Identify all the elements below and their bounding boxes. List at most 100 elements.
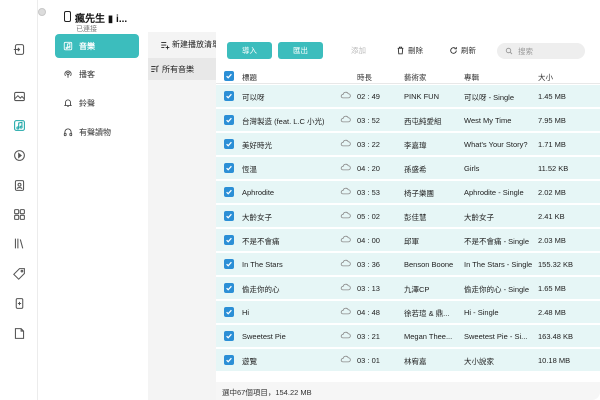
cell-artist: 林宥嘉 xyxy=(404,357,427,366)
check-icon xyxy=(226,93,232,99)
row-checkbox[interactable] xyxy=(224,259,234,269)
column-album[interactable]: 專輯 xyxy=(464,72,479,83)
playlist-panel: 新建播放清單 所有音樂 xyxy=(148,32,220,400)
playlist-all-music[interactable]: 所有音樂 xyxy=(148,58,216,80)
select-all-checkbox[interactable] xyxy=(224,71,234,81)
phone-backup-icon[interactable] xyxy=(10,294,28,312)
contacts-icon[interactable] xyxy=(10,176,28,194)
table-row[interactable]: Hi 04 : 48 徐若瑄 & 鼎... Hi - Single 2.48 MB xyxy=(216,301,600,324)
column-title[interactable]: 標題 xyxy=(242,72,257,83)
main-panel: 導入 匯出 添加 刪除 刷新 搜索 標題 時長 藝術家 專輯 大小 可以呀 02… xyxy=(216,32,600,400)
table-row[interactable]: 美好時光 03 : 22 李嘉瑋 What's Your Story? 1.71 MB xyxy=(216,133,600,156)
cloud-icon xyxy=(340,307,351,317)
podcast-icon xyxy=(64,70,72,78)
device-header[interactable]: 瘋先生 ▮ i... 已連接 xyxy=(64,10,127,33)
cloud-icon xyxy=(340,211,351,221)
row-checkbox[interactable] xyxy=(224,187,234,197)
table-row[interactable]: Aphrodite 03 : 53 椅子樂團 Aphrodite - Single 2.… xyxy=(216,181,600,204)
cell-artist: 李嘉瑋 xyxy=(404,141,427,150)
files-icon[interactable] xyxy=(10,324,28,342)
cloud-icon xyxy=(340,115,351,125)
table-row[interactable]: 恆溫 04 : 20 孫盛希 Girls 11.52 KB xyxy=(216,157,600,180)
table-row[interactable]: 可以呀 02 : 49 PINK FUN 可以呀 - Single 1.45 MB xyxy=(216,85,600,108)
cell-size: 2.03 MB xyxy=(538,236,566,245)
cell-duration: 04 : 20 xyxy=(357,164,380,173)
row-checkbox[interactable] xyxy=(224,211,234,221)
cell-size: 1.65 MB xyxy=(538,284,566,293)
column-artist[interactable]: 藝術家 xyxy=(404,72,427,83)
cell-album: Girls xyxy=(464,164,480,173)
cell-size: 1.71 MB xyxy=(538,140,566,149)
cell-album: What's Your Story? xyxy=(464,140,528,149)
table-row[interactable]: 台灣製造 (feat. L.C 小光) 03 : 52 西屯純愛組 West My T… xyxy=(216,109,600,132)
music-icon[interactable] xyxy=(10,116,28,134)
cell-duration: 03 : 22 xyxy=(357,140,380,149)
cell-duration: 03 : 53 xyxy=(357,188,380,197)
delete-button[interactable]: 刪除 xyxy=(396,45,423,56)
zoom-window-button[interactable] xyxy=(38,8,46,16)
cell-duration: 03 : 13 xyxy=(357,284,380,293)
apps-icon[interactable] xyxy=(10,205,28,223)
cell-duration: 03 : 01 xyxy=(357,356,380,365)
import-button[interactable]: 導入 xyxy=(227,42,272,59)
row-checkbox[interactable] xyxy=(224,355,234,365)
cell-artist: 邱軍 xyxy=(404,237,419,246)
row-checkbox[interactable] xyxy=(224,331,234,341)
table-row[interactable]: 遊覽 03 : 01 林宥嘉 大小說家 10.18 MB xyxy=(216,349,600,372)
table-row[interactable]: 不是不會痛 04 : 00 邱軍 不是不會痛 - Single 2.03 MB xyxy=(216,229,600,252)
playlist-icon xyxy=(151,65,159,73)
add-button[interactable]: 添加 xyxy=(351,45,366,56)
cell-artist: 孫盛希 xyxy=(404,165,427,174)
cell-size: 2.48 MB xyxy=(538,308,566,317)
cell-duration: 03 : 36 xyxy=(357,260,380,269)
table-row[interactable]: In The Stars 03 : 36 Benson Boone In The St… xyxy=(216,253,600,276)
check-icon xyxy=(226,261,232,267)
table-row[interactable]: Sweetest Pie 03 : 21 Megan Thee... Sweetest… xyxy=(216,325,600,348)
app-window: 瘋先生 ▮ i... 已連接 音樂 播客 鈴聲 有聲讀物 新建播放清單 所有音樂 xyxy=(0,0,600,400)
music-note-icon xyxy=(63,41,73,51)
export-button[interactable]: 匯出 xyxy=(278,42,323,59)
row-checkbox[interactable] xyxy=(224,91,234,101)
cell-title: 台灣製造 (feat. L.C 小光) xyxy=(242,117,325,126)
cloud-icon xyxy=(340,187,351,197)
photos-icon[interactable] xyxy=(10,87,28,105)
check-icon xyxy=(226,189,232,195)
cell-album: 偷走你的心 - Single xyxy=(464,285,530,294)
table-header: 標題 時長 藝術家 專輯 大小 xyxy=(216,68,600,84)
table-row[interactable]: 大齡女子 05 : 02 彭佳慧 大齡女子 2.41 KB xyxy=(216,205,600,228)
category-podcasts[interactable]: 播客 xyxy=(55,62,139,86)
refresh-button[interactable]: 刷新 xyxy=(449,45,476,56)
row-checkbox[interactable] xyxy=(224,283,234,293)
cell-album: 大齡女子 xyxy=(464,213,494,222)
column-duration[interactable]: 時長 xyxy=(357,72,372,83)
video-icon[interactable] xyxy=(10,146,28,164)
cell-artist: 西屯純愛組 xyxy=(404,117,442,126)
cell-title: 偷走你的心 xyxy=(242,285,280,294)
column-size[interactable]: 大小 xyxy=(538,72,553,83)
row-checkbox[interactable] xyxy=(224,307,234,317)
cell-duration: 02 : 49 xyxy=(357,92,380,101)
cell-album: 可以呀 - Single xyxy=(464,93,515,102)
books-icon[interactable] xyxy=(10,234,28,252)
tag-icon[interactable] xyxy=(10,264,28,282)
check-icon xyxy=(226,73,232,79)
device-transfer-icon[interactable] xyxy=(10,40,28,58)
cell-album: West My Time xyxy=(464,116,512,125)
category-ringtones[interactable]: 鈴聲 xyxy=(55,91,139,115)
new-playlist-button[interactable]: 新建播放清單 xyxy=(160,39,220,50)
row-checkbox[interactable] xyxy=(224,139,234,149)
cell-title: 遊覽 xyxy=(242,357,257,366)
category-music[interactable]: 音樂 xyxy=(55,34,139,58)
category-label: 有聲讀物 xyxy=(79,127,111,137)
row-checkbox[interactable] xyxy=(224,115,234,125)
table-row[interactable]: 偷走你的心 03 : 13 九澤CP 偷走你的心 - Single 1.65 MB xyxy=(216,277,600,300)
category-audiobooks[interactable]: 有聲讀物 xyxy=(55,120,139,144)
selection-summary: 選中67個項目，154.22 MB xyxy=(222,388,312,397)
search-input[interactable]: 搜索 xyxy=(497,43,585,59)
row-checkbox[interactable] xyxy=(224,163,234,173)
check-icon xyxy=(226,117,232,123)
cell-album: Hi - Single xyxy=(464,308,499,317)
cell-size: 7.95 MB xyxy=(538,116,566,125)
cloud-icon xyxy=(340,259,351,269)
row-checkbox[interactable] xyxy=(224,235,234,245)
